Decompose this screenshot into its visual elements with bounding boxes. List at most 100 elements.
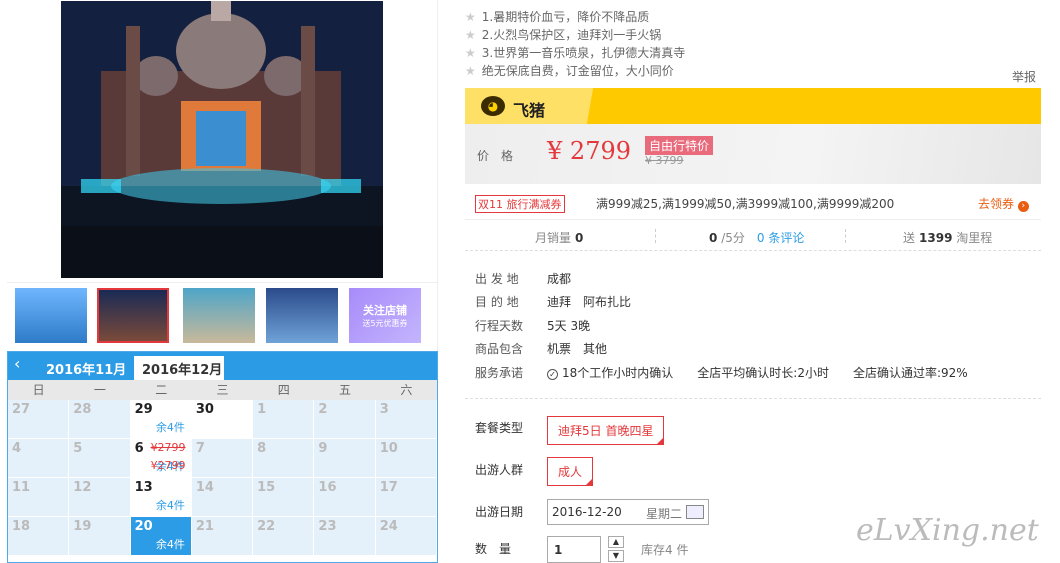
follow-store-sub: 送5元优惠券 [362,319,408,328]
calendar-day: 11 [8,478,70,517]
highlight-2: 2.火烈鸟保护区，迪拜刘一手火锅 [465,26,661,43]
follow-store-label: 关注店铺 [363,304,407,317]
calendar-day[interactable]: 13 余4件 [130,478,192,517]
weekday-label: 一 [93,383,106,397]
qty-label: 数 量 [475,542,512,556]
price-amount: 2799 [569,137,631,165]
highlight-3: 3.世界第一音乐喷泉，扎伊德大清真寺 [465,44,685,61]
day-stock: 余4件 [155,421,185,434]
info-value: 5天 3晚 [547,319,591,333]
calendar-day: 1 [253,400,315,439]
calendar-week: 27 28 29 余4件 30 1 2 3 [8,400,437,439]
stock-text: 库存4 件 [641,543,689,557]
report-link[interactable]: 举报 [1012,68,1036,85]
get-coupon-label: 去领券 [978,197,1015,211]
quantity-input[interactable]: 1 [547,536,601,563]
info-destination: 目 的 地 迪拜 阿布扎比 [475,293,631,310]
arrow-up-icon: ▲ [612,537,620,546]
price-label: 价格 [477,149,526,163]
day-number: 14 [195,480,214,495]
date-value: 2016-12-20 [552,505,622,519]
day-number: 12 [73,480,92,495]
weekday-label: 三 [216,383,229,397]
info-includes: 商品包含 机票 其他 [475,340,607,357]
watermark: eLvXing.net [856,513,1039,548]
calendar-day[interactable]: 6 余4件 ¥2799 ¥2799 [130,439,192,478]
quantity-up-button[interactable]: ▲ [608,536,624,548]
day-number: 9 [318,441,328,456]
follow-store-thumbnail[interactable]: 关注店铺 送5元优惠券 [349,288,421,343]
info-key: 目 的 地 [475,295,519,309]
day-number: 8 [257,441,267,456]
day-price-old: ¥2799 [150,441,186,454]
price-tag: 自由行特价 [645,136,714,155]
calendar-day[interactable]: 29 余4件 [130,400,192,439]
weekday-label: 二 [155,383,168,397]
main-product-image[interactable] [61,1,383,278]
date-label: 出游日期 [475,505,524,519]
mileage-post: 淘里程 [956,231,993,245]
info-duration: 行程天数 5天 3晚 [475,317,590,334]
day-number: 11 [12,480,31,495]
day-number: 22 [257,519,276,534]
quantity-value: 1 [554,543,563,557]
thumbnail-1[interactable] [15,288,87,343]
day-number: 24 [379,519,398,534]
reviews-link[interactable]: 0 条评论 [757,231,804,245]
day-number: 13 [134,480,153,495]
calendar-day: 16 [314,478,376,517]
info-value: 迪拜 阿布扎比 [547,295,632,309]
sales-value: 0 [575,231,584,245]
day-number: 17 [379,480,398,495]
weekday-label: 六 [400,383,413,397]
package-option[interactable]: 迪拜5日 首晚四星 [547,416,665,445]
thumbnail-3[interactable] [183,288,255,343]
mileage-pre: 送 [903,231,916,245]
day-number: 5 [73,441,83,456]
day-stock: 余4件 [155,499,185,512]
price-box: 价格 ¥ 2799 自由行特价 ¥ 3799 [465,124,1041,184]
crowd-option[interactable]: 成人 [547,457,594,486]
day-number: 28 [73,402,92,417]
calendar-week: 4 5 6 余4件 ¥2799 ¥2799 7 8 9 10 [8,439,437,478]
calendar-day: 15 [253,478,315,517]
weekday-label: 四 [277,383,290,397]
price-value: ¥ 2799 [547,137,631,165]
arrow-down-icon: ▼ [612,551,620,560]
package-label: 套餐类型 [475,421,524,435]
thumbnail-2-selected[interactable] [97,288,169,343]
info-key: 出 发 地 [475,272,519,286]
calendar-day: 17 [375,478,437,517]
get-coupon-link[interactable]: 去领券 › [978,195,1029,212]
coupon-text: 满999减25,满1999减50,满3999减100,满9999减200 [596,197,895,211]
calendar-day: 30 [191,400,254,439]
date-input[interactable]: 2016-12-20 星期二 [547,499,709,525]
month-tab-nov[interactable]: 2016年11月 [46,359,126,378]
thumbnail-4[interactable] [266,288,338,343]
calendar-day: 28 [69,400,131,439]
sales-label: 月销量 [535,231,572,245]
day-number: 18 [12,519,31,534]
day-number: 30 [195,402,214,417]
coupon-row: 双11 旅行满减券 满999减25,满1999减50,满3999减100,满99… [465,184,1041,220]
calendar-day: 7 [191,439,254,478]
fliggy-logo-icon: ◕ [481,96,505,116]
rating-value: 0 [709,231,718,245]
day-number: 3 [379,402,389,417]
prev-month-icon[interactable]: ‹ [14,354,20,373]
day-number: 16 [318,480,337,495]
monthly-sales: 月销量 0 [535,229,583,246]
day-number: 4 [12,441,22,456]
rating: 0 /5分 0 条评论 [705,229,804,246]
calendar-icon[interactable] [686,505,704,519]
month-tab-dec[interactable]: 2016年12月 [134,356,224,380]
calendar-day[interactable]: 20 余4件 [130,517,192,556]
day-number: 10 [379,441,398,456]
weekday-row: 日一二三四五六 [8,380,437,400]
calendar-day: 19 [69,517,131,556]
mileage: 送 1399 淘里程 [903,229,992,246]
info-departure: 出 发 地 成都 [475,270,571,287]
day-number: 6 [134,441,144,456]
day-number: 2 [318,402,328,417]
quantity-down-button[interactable]: ▼ [608,550,624,562]
